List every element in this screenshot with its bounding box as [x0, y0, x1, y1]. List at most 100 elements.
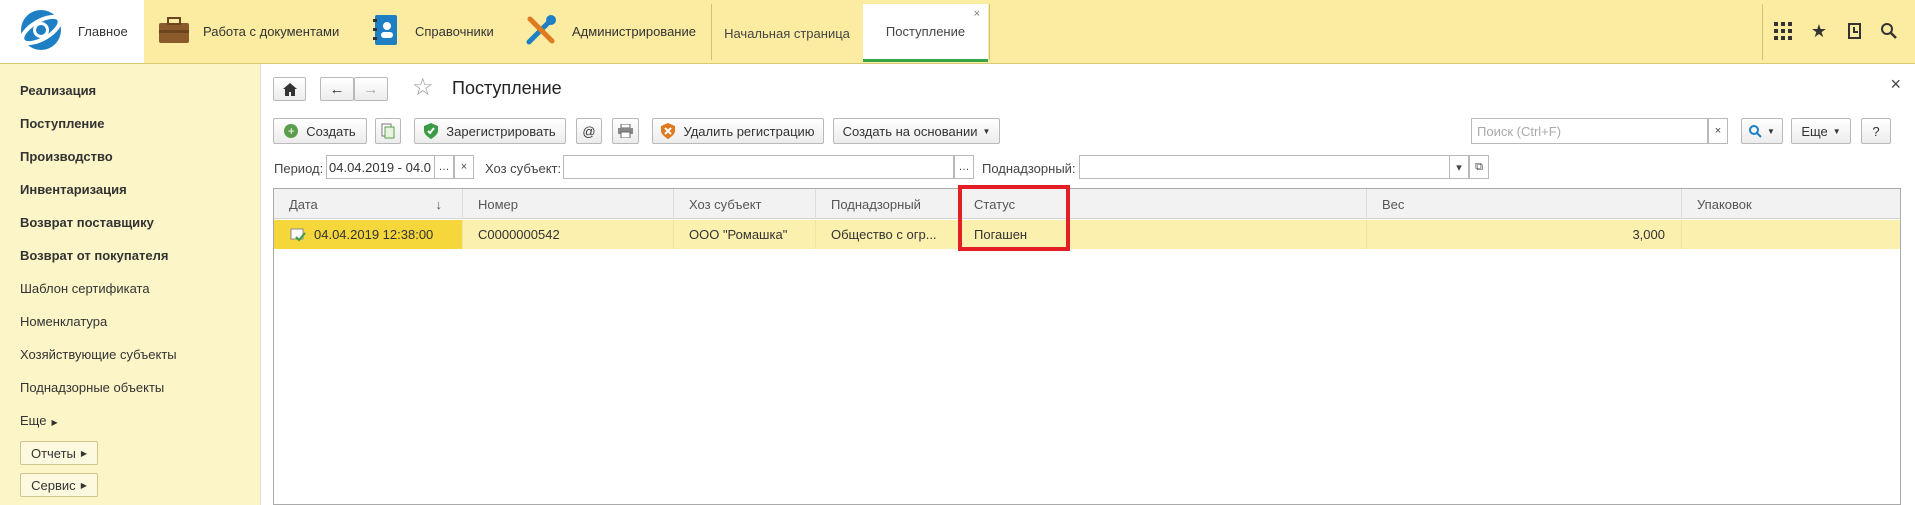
column-header-packs[interactable]: Упаковок [1682, 189, 1902, 219]
more-label: Еще [1801, 123, 1828, 139]
cell-number[interactable]: С0000000542 [463, 220, 674, 249]
period-label: Период: [274, 161, 324, 176]
reports-label: Отчеты [30, 445, 76, 461]
home-button[interactable] [273, 77, 306, 101]
printer-icon [618, 124, 633, 138]
more-button[interactable]: Еще ▼ [1791, 118, 1851, 144]
supervised-field[interactable] [1079, 155, 1464, 179]
grid-menu-icon[interactable] [1770, 18, 1796, 44]
column-header-subject[interactable]: Хоз субъект [674, 189, 816, 219]
table-row[interactable]: 04.04.2019 12:38:00 С0000000542 ООО "Ром… [274, 220, 1900, 249]
top-section-bar: Главное Работа с документами Справочники… [0, 0, 1915, 64]
tab-start-page[interactable]: Начальная страница [712, 4, 862, 62]
shield-remove-icon [661, 123, 676, 139]
period-select-button[interactable]: … [434, 155, 454, 179]
sidebar-item-more[interactable]: Еще ▶ [20, 413, 58, 428]
column-date-label: Дата [289, 196, 318, 212]
search-input[interactable]: Поиск (Ctrl+F) [1471, 118, 1708, 144]
caret-down-icon: ▼ [1832, 126, 1841, 136]
supervised-dropdown-button[interactable]: ▾ [1449, 155, 1469, 179]
copy-button[interactable] [375, 118, 401, 144]
create-label: Создать [306, 123, 356, 139]
delete-registration-button[interactable]: Удалить регистрацию [652, 118, 824, 144]
cell-subject[interactable]: ООО "Ромашка" [674, 220, 816, 249]
column-header-date[interactable]: Дата ↓ [274, 189, 463, 219]
cell-packs[interactable] [1682, 220, 1902, 249]
close-tab-icon[interactable]: × [974, 8, 980, 20]
service-button[interactable]: Сервис ▶ [20, 473, 98, 497]
register-button[interactable]: Зарегистрировать [414, 118, 566, 144]
caret-right-icon: ▶ [80, 448, 88, 458]
column-header-number[interactable]: Номер [463, 189, 674, 219]
help-button[interactable]: ? [1861, 118, 1891, 144]
at-icon: @ [582, 123, 596, 139]
section-documents-label: Работа с документами [203, 24, 340, 39]
forward-button[interactable]: → [354, 77, 388, 101]
shield-icon [424, 123, 439, 139]
cell-supervised[interactable]: Общество с огр... [816, 220, 959, 249]
tools-icon [524, 13, 558, 50]
sidebar-item-return-supplier[interactable]: Возврат поставщику [20, 215, 154, 230]
sidebar-item-nomenclature[interactable]: Номенклатура [20, 314, 107, 329]
sidebar-item-certificate-template[interactable]: Шаблон сертификата [20, 281, 150, 296]
history-icon[interactable] [1842, 18, 1868, 44]
section-main[interactable]: Главное [0, 0, 144, 63]
section-documents[interactable]: Работа с документами [157, 0, 339, 63]
tab-postuplenie[interactable]: Поступление × [863, 4, 988, 62]
sidebar-item-realization[interactable]: Реализация [20, 83, 96, 98]
create-based-on-label: Создать на основании [842, 123, 978, 139]
subject-select-button[interactable]: … [954, 155, 974, 179]
section-administration[interactable]: Администрирование [524, 0, 696, 63]
table-header: Дата ↓ Номер Хоз субъект Поднадзорный Ст… [274, 189, 1900, 219]
section-references[interactable]: Справочники [371, 0, 494, 63]
status-highlight-box [958, 185, 1070, 251]
document-posted-icon [290, 228, 306, 241]
subject-field[interactable] [563, 155, 954, 179]
back-button[interactable]: ← [320, 77, 354, 101]
sidebar-item-postuplenie[interactable]: Поступление [20, 116, 105, 131]
arrow-right-icon: → [363, 80, 379, 98]
sort-down-icon: ↓ [435, 196, 443, 212]
caret-right-icon: ▶ [80, 480, 87, 490]
period-clear-button[interactable]: × [454, 155, 474, 179]
caret-down-icon: ▼ [982, 126, 991, 136]
create-based-on-button[interactable]: Создать на основании ▼ [833, 118, 1000, 144]
sidebar-item-inventory[interactable]: Инвентаризация [20, 182, 127, 197]
briefcase-icon [157, 15, 191, 48]
supervised-open-button[interactable]: ⧉ [1469, 155, 1489, 179]
column-header-supervised[interactable]: Поднадзорный [816, 189, 959, 219]
document-copy-icon [381, 123, 395, 139]
search-button[interactable]: ▼ [1741, 118, 1783, 144]
cell-date-value: 04.04.2019 12:38:00 [314, 227, 434, 242]
period-field[interactable]: 04.04.2019 - 04.0 [326, 155, 450, 179]
print-button[interactable] [612, 118, 639, 144]
favorite-star-icon[interactable]: ☆ [412, 73, 434, 102]
service-label: Сервис [31, 477, 76, 493]
register-label: Зарегистрировать [446, 123, 556, 139]
arrow-left-icon: ← [329, 80, 345, 98]
main-form: ← → ☆ Поступление × + Создать Зарегистри… [262, 64, 1915, 505]
reports-button[interactable]: Отчеты ▶ [20, 441, 98, 465]
delete-registration-label: Удалить регистрацию [683, 123, 815, 139]
section-references-label: Справочники [415, 24, 494, 39]
sidebar-item-return-buyer[interactable]: Возврат от покупателя [20, 248, 168, 263]
cell-date[interactable]: 04.04.2019 12:38:00 [274, 220, 463, 249]
email-button[interactable]: @ [576, 118, 602, 144]
caret-down-icon: ▼ [1767, 126, 1775, 136]
tab-start-page-label: Начальная страница [724, 25, 850, 41]
column-header-weight[interactable]: Вес [1367, 189, 1682, 219]
cell-weight[interactable]: 3,000 [1367, 220, 1682, 249]
period-value: 04.04.2019 - 04.0 [329, 159, 431, 175]
close-form-icon[interactable]: × [1890, 74, 1901, 95]
search-icon[interactable] [1876, 18, 1902, 44]
clear-search-button[interactable]: × [1708, 118, 1728, 144]
help-label: ? [1872, 123, 1880, 139]
sidebar-item-production[interactable]: Производство [20, 149, 113, 164]
caret-right-icon: ▶ [51, 418, 58, 427]
create-button[interactable]: + Создать [273, 118, 367, 144]
favorites-star-icon[interactable]: ★ [1806, 18, 1832, 44]
sidebar-item-business-entities[interactable]: Хозяйствующие субъекты [20, 347, 177, 362]
section-administration-label: Администрирование [572, 24, 696, 39]
supervised-label: Поднадзорный: [982, 161, 1076, 176]
sidebar-item-supervised-objects[interactable]: Поднадзорные объекты [20, 380, 164, 395]
